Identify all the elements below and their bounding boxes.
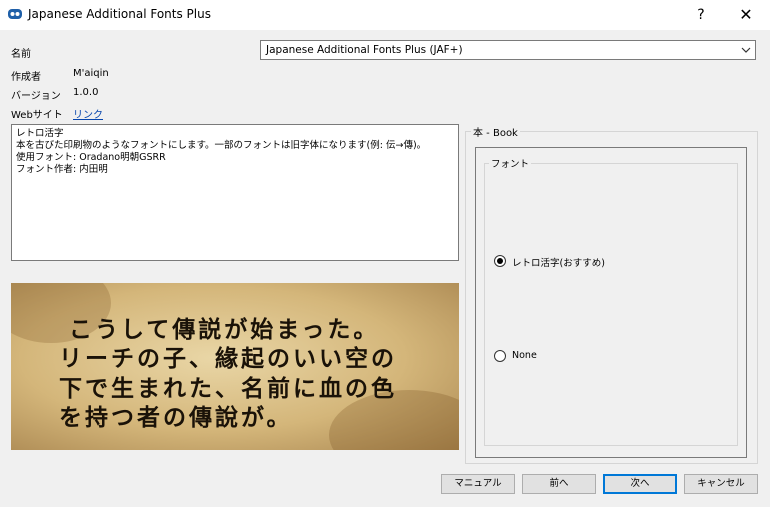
name-label: 名前 xyxy=(11,49,31,60)
font-group-box xyxy=(484,163,738,446)
radio-none[interactable] xyxy=(494,350,506,362)
back-button[interactable]: 前へ xyxy=(522,474,596,494)
title-bar: Japanese Additional Fonts Plus ? ✕ xyxy=(0,0,770,30)
description-line: 本を古びた印刷物のようなフォントにします。一部のフォントは旧字体になります(例:… xyxy=(16,140,427,151)
version-value: 1.0.0 xyxy=(73,87,99,98)
manual-button[interactable]: マニュアル xyxy=(441,474,515,494)
help-button[interactable]: ? xyxy=(681,0,721,30)
mod-select[interactable]: Japanese Additional Fonts Plus (JAF+) xyxy=(260,40,756,60)
author-label: 作成者 xyxy=(11,72,41,83)
radio-retro-font-label[interactable]: レトロ活字(おすすめ) xyxy=(512,255,605,269)
chevron-down-icon xyxy=(741,47,751,53)
radio-none-label[interactable]: None xyxy=(512,350,537,361)
description-box[interactable]: レトロ活字 本を古びた印刷物のようなフォントにします。一部のフォントは旧字体にな… xyxy=(11,124,459,261)
font-preview-image: こうして傳説が始まった。 リーチの子、緣起のいい空の 下で生まれた、名前に血の色… xyxy=(11,283,459,450)
book-group-title: 本 - Book xyxy=(471,124,520,139)
radio-selected-dot xyxy=(497,258,503,264)
close-button[interactable]: ✕ xyxy=(726,0,766,30)
window-title: Japanese Additional Fonts Plus xyxy=(28,7,211,21)
version-label: バージョン xyxy=(11,91,61,102)
description-line: 使用フォント: Oradano明朝GSRR xyxy=(16,152,166,163)
font-group-title: フォント xyxy=(489,156,532,170)
app-icon xyxy=(8,9,22,19)
preview-text-line: リーチの子、緣起のいい空の xyxy=(59,345,397,372)
author-value: M'aiqin xyxy=(73,68,109,79)
mod-select-value: Japanese Additional Fonts Plus (JAF+) xyxy=(266,44,463,56)
preview-text-line: を持つ者の傳說が。 xyxy=(59,404,293,431)
next-button[interactable]: 次へ xyxy=(603,474,677,494)
website-link[interactable]: リンク xyxy=(73,106,103,121)
description-line: レトロ活字 xyxy=(16,128,64,139)
website-label: Webサイト xyxy=(11,110,63,121)
description-line: フォント作者: 内田明 xyxy=(16,164,108,175)
cancel-button[interactable]: キャンセル xyxy=(684,474,758,494)
radio-retro-font[interactable] xyxy=(494,255,506,267)
